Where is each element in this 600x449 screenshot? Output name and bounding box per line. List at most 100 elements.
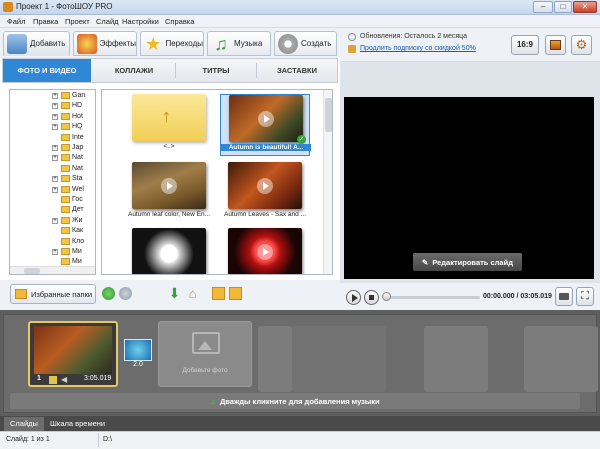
- tree-expander[interactable]: +: [52, 124, 58, 131]
- time-total: 03:05.019: [520, 293, 552, 300]
- folder-up-icon[interactable]: ⌂: [186, 287, 199, 300]
- maximize-button[interactable]: □: [554, 1, 572, 13]
- video-thumbnail: [132, 228, 206, 274]
- camera-icon: [559, 293, 569, 300]
- tab-create[interactable]: Создать: [274, 31, 337, 56]
- add-photo-slot[interactable]: Добавьте фото: [158, 321, 252, 387]
- add-down-arrow-icon[interactable]: ⬇: [168, 286, 181, 300]
- tree-item-label: Hot: [72, 112, 83, 120]
- gear-icon[interactable]: ⚙: [571, 35, 592, 55]
- pencil-icon[interactable]: [49, 376, 57, 384]
- minimize-button[interactable]: –: [533, 1, 553, 13]
- fullscreen-icon[interactable]: ⛶: [576, 287, 594, 306]
- tree-expander[interactable]: +: [52, 217, 58, 224]
- menu-settings[interactable]: Настройки: [122, 17, 159, 26]
- tab-effects[interactable]: Эффекты: [73, 31, 137, 56]
- edit-slide-button[interactable]: ✎ Редактировать слайд: [413, 253, 522, 271]
- tree-item[interactable]: + HD: [10, 101, 95, 111]
- tree-vertical-scrollbar[interactable]: [95, 90, 96, 266]
- menu-project[interactable]: Проект: [65, 17, 90, 26]
- new-folder-icon[interactable]: [212, 287, 225, 300]
- timeline-slide[interactable]: 1 ◀ 3:05.019: [28, 321, 118, 387]
- folder-up-icon: ↑: [132, 94, 206, 141]
- music-icon: ♫: [214, 33, 228, 54]
- aspect-ratio-button[interactable]: 16:9: [511, 35, 539, 55]
- subtab-photo-video[interactable]: ФОТО И ВИДЕО: [3, 59, 91, 82]
- time-separator: /: [516, 293, 519, 300]
- subtab-collages[interactable]: КОЛЛАЖИ: [93, 59, 175, 82]
- folder-icon: [61, 196, 70, 203]
- tree-expander[interactable]: +: [52, 249, 58, 255]
- subtab-titles[interactable]: ТИТРЫ: [176, 59, 256, 82]
- music-track[interactable]: ♫ Дважды кликните для добавления музыки: [10, 393, 580, 409]
- tree-item[interactable]: + Wel: [10, 185, 95, 195]
- tree-item[interactable]: + Ми: [10, 247, 95, 257]
- transition-duration: 2.0: [133, 361, 143, 368]
- left-toolbar: Избранные папки ⬇ ⌂: [0, 280, 340, 310]
- tree-expander[interactable]: +: [52, 93, 58, 99]
- tree-item[interactable]: Кло: [10, 237, 95, 247]
- tree-item[interactable]: + Hot: [10, 112, 95, 122]
- tree-expander[interactable]: +: [52, 176, 58, 183]
- menu-help[interactable]: Справка: [165, 17, 194, 26]
- tab-add[interactable]: Добавить: [3, 31, 70, 56]
- folder-tree[interactable]: + Gan + HD + Hot + HQ Inte + Jap + Nat Nat + Sta + Wel Гос…: [9, 89, 96, 275]
- transition-block[interactable]: 2.0: [124, 339, 154, 373]
- tab-transitions[interactable]: ★ Переходы: [140, 31, 204, 56]
- tree-expander[interactable]: +: [52, 155, 58, 162]
- tree-item[interactable]: + HQ: [10, 122, 95, 132]
- media-item[interactable]: [124, 228, 214, 274]
- tree-item[interactable]: + Жи: [10, 216, 95, 226]
- tab-transitions-label: Переходы: [165, 39, 203, 48]
- media-item[interactable]: ✓ Autumn is beautiful! A...: [220, 94, 311, 156]
- photo-add-icon: [7, 33, 27, 54]
- media-grid: ↑ <..> ✓ Autumn is beautiful! A... Autumn le…: [101, 89, 333, 275]
- tree-expander[interactable]: +: [52, 113, 58, 120]
- tree-item[interactable]: + Gan: [10, 91, 95, 101]
- tree-item-label: Nat: [72, 164, 83, 172]
- media-item[interactable]: Autumn leaf color, New En...: [124, 162, 214, 224]
- grid-scrollbar[interactable]: [323, 90, 332, 274]
- back-arrow-icon[interactable]: [102, 287, 115, 300]
- tab-slides[interactable]: Слайды: [4, 417, 44, 431]
- tree-item[interactable]: + Nat: [10, 153, 95, 163]
- tree-hscroll-thumb[interactable]: [24, 268, 40, 274]
- media-item[interactable]: Autumn Leaves - Sax and ...: [220, 162, 310, 224]
- parent-folder-item[interactable]: ↑ <..>: [124, 94, 214, 156]
- seek-handle[interactable]: [382, 292, 391, 301]
- tab-timeline[interactable]: Шкала времени: [44, 417, 111, 431]
- tree-item[interactable]: Nat: [10, 164, 95, 174]
- tree-expander[interactable]: +: [52, 186, 58, 193]
- tab-music[interactable]: ♫ Музыка: [207, 31, 271, 56]
- tree-item[interactable]: Дет: [10, 205, 95, 215]
- media-item[interactable]: [220, 228, 310, 274]
- stop-button[interactable]: [364, 290, 379, 305]
- subscription-link[interactable]: Продлить подписку со скидкой 50%: [360, 45, 476, 52]
- tree-item[interactable]: Как: [10, 226, 95, 236]
- tree-horizontal-scrollbar[interactable]: [10, 266, 95, 274]
- menu-slide[interactable]: Слайд: [96, 17, 119, 26]
- favorite-folders-button[interactable]: Избранные папки: [10, 284, 96, 304]
- background-button[interactable]: [545, 35, 566, 55]
- tree-item-label: Жи: [72, 216, 83, 224]
- status-divider: [98, 433, 99, 447]
- tree-expander[interactable]: +: [52, 145, 58, 151]
- tree-item[interactable]: Inte: [10, 133, 95, 143]
- tree-expander[interactable]: +: [52, 103, 58, 110]
- tree-item[interactable]: + Sta: [10, 174, 95, 184]
- close-button[interactable]: ✕: [573, 1, 597, 13]
- tree-item-label: Кло: [72, 237, 85, 245]
- speaker-icon[interactable]: ◀: [61, 375, 67, 384]
- grid-scroll-thumb[interactable]: [325, 98, 332, 132]
- play-button[interactable]: [346, 290, 361, 305]
- menu-file[interactable]: Файл: [7, 17, 25, 26]
- forward-arrow-icon[interactable]: [119, 287, 132, 300]
- subtab-intros[interactable]: ЗАСТАВКИ: [257, 59, 337, 82]
- video-preview[interactable]: [344, 97, 594, 279]
- menu-edit[interactable]: Правка: [33, 17, 58, 26]
- seek-bar[interactable]: [384, 296, 480, 299]
- tree-item[interactable]: + Jap: [10, 143, 95, 153]
- snapshot-button[interactable]: [555, 287, 573, 306]
- folder-options-icon[interactable]: [229, 287, 242, 300]
- tree-item[interactable]: Гос: [10, 195, 95, 205]
